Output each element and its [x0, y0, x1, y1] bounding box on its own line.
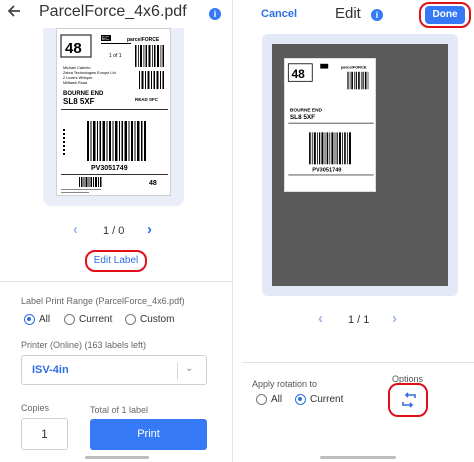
label-number: 48 — [292, 67, 306, 81]
rotate-icon — [402, 392, 416, 408]
label-preview-image: 48 EC parcelFORCE 1 of 1 Michael Cabrelo… — [56, 28, 171, 196]
print-button[interactable]: Print — [90, 419, 207, 450]
range-current-radio[interactable] — [64, 314, 75, 325]
footer-number: 48 — [149, 180, 157, 187]
dest-town: BOURNE END — [290, 108, 323, 114]
route-code: READ SFC — [135, 97, 159, 102]
range-all-label: All — [39, 314, 51, 325]
app-screen: ParcelForce_4x6.pdf i 48 EC parcelFORCE … — [0, 0, 474, 462]
done-button-highlight: Done — [419, 2, 471, 28]
printer-status-label: Printer (Online) (163 labels left) — [21, 340, 147, 350]
label-thumbnail[interactable]: 48 parcelFORCE BOURNE END SL8 5XF PV3051… — [284, 58, 376, 192]
back-arrow-icon[interactable] — [7, 4, 25, 22]
select-divider — [177, 362, 178, 380]
of-text: 1 of 1 — [109, 53, 122, 59]
section-divider — [0, 281, 233, 282]
document-title: ParcelForce_4x6.pdf — [39, 3, 187, 20]
rotation-current-label: Current — [310, 394, 344, 405]
previous-page-icon[interactable]: ‹ — [318, 310, 323, 327]
sender-line-4: Millbank Road — [63, 81, 87, 85]
dest-postcode: SL8 5XF — [63, 97, 95, 106]
total-labels-text: Total of 1 label — [90, 405, 149, 415]
tracking-number: PV3051749 — [312, 167, 341, 173]
service-code: EC — [102, 36, 109, 42]
brand-logo: parcelFORCE — [127, 37, 160, 43]
side-barcode — [139, 71, 164, 89]
rotation-label: Apply rotation to — [252, 379, 318, 389]
tracking-number: PV3051749 — [91, 165, 128, 172]
rotation-all-radio[interactable] — [256, 394, 267, 405]
chevron-down-icon: ⌄ — [185, 363, 194, 374]
printer-select-value: ISV-4in — [32, 364, 69, 376]
previous-page-icon[interactable]: ‹ — [73, 221, 78, 238]
print-range-label: Label Print Range (ParcelForce_4x6.pdf) — [21, 296, 185, 306]
edit-title: Edit — [335, 5, 361, 22]
footer-barcode — [79, 177, 102, 187]
next-page-icon[interactable]: › — [392, 310, 397, 327]
edit-canvas: 48 parcelFORCE BOURNE END SL8 5XF PV3051… — [272, 44, 448, 286]
sender-line-3: 2 Lovers Whisper — [63, 76, 93, 80]
edit-panel: Cancel Edit i Done 48 parcelFORCE BOURNE — [242, 0, 474, 462]
copies-input[interactable]: 1 — [21, 418, 68, 450]
edit-canvas-frame: 48 parcelFORCE BOURNE END SL8 5XF PV3051… — [262, 34, 458, 296]
label-preview-area: 48 EC parcelFORCE 1 of 1 Michael Cabrelo… — [43, 28, 184, 206]
side-codes — [63, 129, 65, 155]
brand-logo: parcelFORCE — [341, 65, 367, 70]
home-indicator — [85, 456, 149, 459]
dest-postcode: SL8 5XF — [290, 114, 315, 121]
print-panel: ParcelForce_4x6.pdf i 48 EC parcelFORCE … — [0, 0, 233, 462]
edit-label-link[interactable]: Edit Label — [85, 250, 147, 272]
sender-line-1: Michael Cabrelo — [63, 66, 90, 70]
range-all-radio[interactable] — [24, 314, 35, 325]
home-indicator — [320, 456, 396, 459]
rotate-button[interactable] — [388, 383, 428, 417]
page-indicator: 1 / 0 — [103, 225, 125, 237]
range-current-label: Current — [79, 314, 113, 325]
main-barcode — [87, 121, 146, 161]
info-icon[interactable]: i — [371, 9, 383, 21]
top-bar: ParcelForce_4x6.pdf i — [0, 0, 233, 28]
cancel-button[interactable]: Cancel — [261, 8, 297, 20]
next-page-icon[interactable]: › — [147, 221, 152, 238]
page-indicator: 1 / 1 — [348, 314, 370, 326]
rotation-all-label: All — [271, 394, 283, 405]
info-icon[interactable]: i — [209, 8, 221, 20]
label-number: 48 — [65, 40, 82, 57]
section-divider — [242, 362, 474, 363]
small-barcode — [135, 45, 164, 67]
copies-label: Copies — [21, 403, 50, 413]
printer-select[interactable]: ISV-4in ⌄ — [21, 355, 207, 385]
done-button[interactable]: Done — [425, 6, 465, 24]
range-custom-radio[interactable] — [125, 314, 136, 325]
range-custom-label: Custom — [140, 314, 175, 325]
rotation-current-radio[interactable] — [295, 394, 306, 405]
sender-line-2: Zebra Technologies Europe Ltd — [63, 71, 116, 75]
